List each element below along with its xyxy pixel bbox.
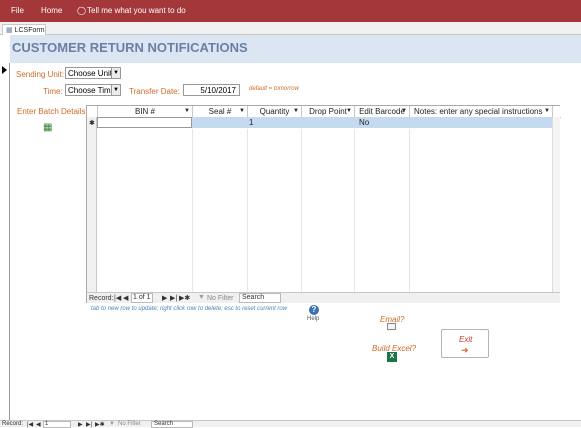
batch-datasheet: BIN # ▼ Seal # ▼ Quantity ▼ Drop Point ▼ Edi… xyxy=(86,105,561,303)
dropdown-icon[interactable]: ▼ xyxy=(293,106,299,117)
transfer-date-label: Transfer Date: xyxy=(129,87,180,96)
page-title: CUSTOMER RETURN NOTIFICATIONS xyxy=(12,40,248,55)
record-label: Record: xyxy=(89,295,114,302)
vertical-scrollbar[interactable] xyxy=(552,117,560,292)
current-record-arrow-icon xyxy=(2,66,7,74)
exit-door-icon: ➜ xyxy=(461,345,469,355)
record-label: Record: xyxy=(2,421,24,427)
help-label: Help xyxy=(307,316,320,322)
filter-icon: ▼ xyxy=(109,421,115,427)
previous-record-icon[interactable]: ◀ xyxy=(123,294,128,302)
file-tab[interactable]: File xyxy=(11,6,24,15)
search-input[interactable]: Search xyxy=(239,293,281,303)
tab-label: LCSForm xyxy=(14,27,45,34)
grid-line xyxy=(192,129,193,292)
form-icon: ▦ xyxy=(6,27,13,34)
new-record-icon[interactable]: ▶✱ xyxy=(179,294,190,302)
usage-hint: tab to new row to update; right click ro… xyxy=(91,306,288,312)
first-record-icon[interactable]: |◀ xyxy=(114,294,121,302)
dropdown-icon[interactable]: ▼ xyxy=(346,106,352,117)
grid-line xyxy=(354,129,355,292)
grid-line xyxy=(247,129,248,292)
grid-line xyxy=(409,129,410,292)
dropdown-icon[interactable]: ▼ xyxy=(544,106,550,117)
time-value: Choose Time xyxy=(68,86,116,95)
tell-me-search[interactable]: Tell me what you want to do xyxy=(87,6,186,15)
sending-unit-combo[interactable]: Choose Unit ▼ xyxy=(65,67,121,79)
exit-label: Exit xyxy=(459,335,473,344)
table-row[interactable]: 1 No xyxy=(97,117,552,128)
lightbulb-icon: ◯ xyxy=(77,6,86,15)
sending-unit-label: Sending Unit: xyxy=(16,70,65,79)
excel-icon[interactable]: X xyxy=(387,352,397,362)
last-record-icon[interactable]: ▶| xyxy=(170,294,177,302)
next-record-icon[interactable]: ▶ xyxy=(162,294,167,302)
transfer-date-note: default = tomorrow xyxy=(249,86,299,92)
batch-form-icon[interactable]: ▦ xyxy=(43,122,52,133)
edit-barcode-cell[interactable]: No xyxy=(359,118,369,127)
sending-unit-value: Choose Unit xyxy=(68,69,113,78)
home-tab[interactable]: Home xyxy=(41,6,62,15)
grid-record-navigator: Record: |◀ ◀ 1 of 1 ▶ ▶| ▶✱ ▼ No Filter … xyxy=(87,292,560,303)
form-record-navigator: Record: |◀ ◀ 1 ▶ ▶| ▶✱ ▼ No Filter Searc… xyxy=(0,420,581,428)
record-selector[interactable] xyxy=(0,63,10,420)
row-selector-column[interactable]: ✱ xyxy=(87,117,97,292)
time-label: Time: xyxy=(43,87,63,96)
bin-cell[interactable] xyxy=(97,117,192,128)
dropdown-icon[interactable]: ▼ xyxy=(239,106,245,117)
no-filter-label[interactable]: No Filter xyxy=(118,421,141,427)
document-tab-strip xyxy=(0,22,581,35)
time-combo[interactable]: Choose Time ▼ xyxy=(65,84,121,96)
ribbon-bar: File Home ◯ Tell me what you want to do xyxy=(0,0,581,22)
batch-details-label: Enter Batch Details xyxy=(17,107,86,116)
dropdown-icon[interactable]: ▼ xyxy=(184,106,190,117)
no-filter-label[interactable]: No Filter xyxy=(207,295,233,302)
tab-lcsform[interactable]: ▦ LCSForm xyxy=(2,24,46,35)
exit-button[interactable]: Exit ➜ xyxy=(441,329,489,358)
quantity-cell[interactable]: 1 xyxy=(249,118,253,127)
chevron-down-icon[interactable]: ▼ xyxy=(111,85,120,95)
filter-icon: ▼ xyxy=(198,294,205,301)
dropdown-icon[interactable]: ▼ xyxy=(401,106,407,117)
record-position-field[interactable]: 1 of 1 xyxy=(131,293,153,303)
grid-line xyxy=(301,129,302,292)
help-icon[interactable]: ? xyxy=(309,305,319,315)
new-row-asterisk-icon: ✱ xyxy=(89,120,95,127)
envelope-icon[interactable] xyxy=(387,323,396,330)
transfer-date-field[interactable]: 5/10/2017 xyxy=(183,84,240,96)
chevron-down-icon[interactable]: ▼ xyxy=(111,68,120,78)
